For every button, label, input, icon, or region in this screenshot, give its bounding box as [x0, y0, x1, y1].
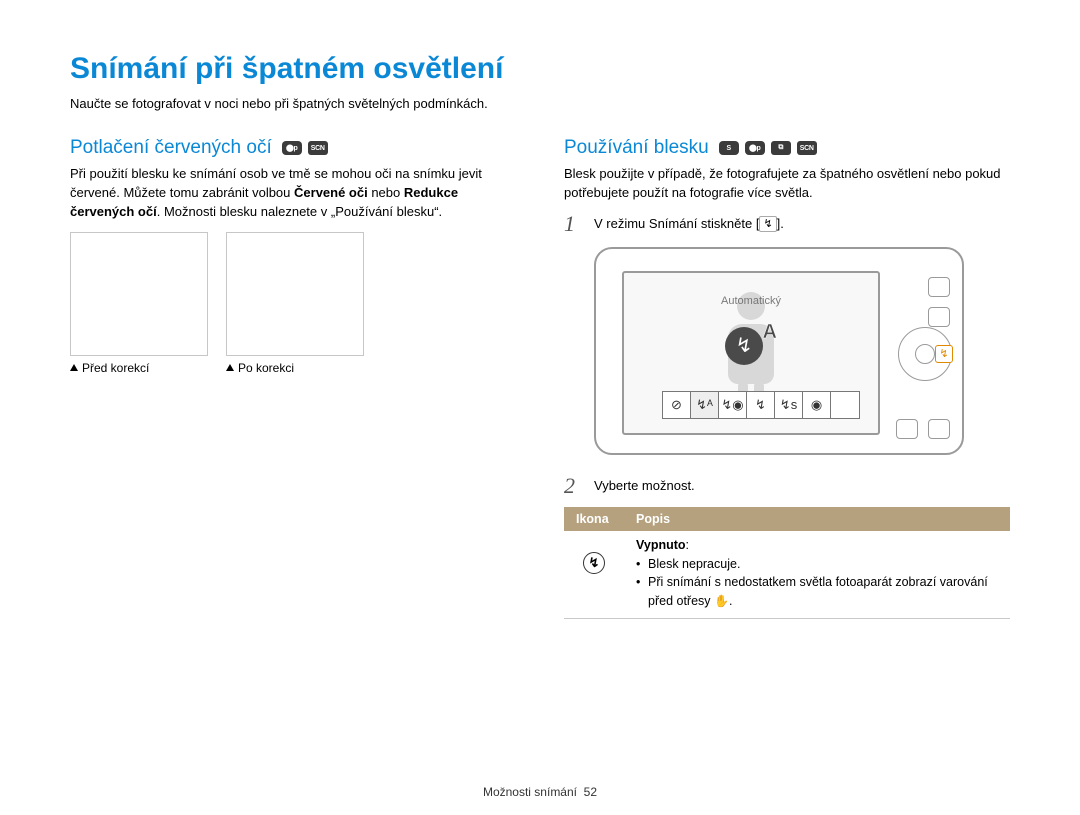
camera-screen: Automatický ↯ A ⊘ ↯ᴬ: [622, 271, 880, 435]
page-subtitle: Naučte se fotografovat v noci nebo při š…: [70, 96, 1010, 111]
caption-after: Po korekci: [226, 361, 364, 375]
flash-option-slow: ↯s: [775, 392, 803, 418]
list-item: Blesk nepracuje.: [636, 555, 998, 574]
photo-before: Před korekcí: [70, 232, 208, 375]
flash-option-auto: ↯ᴬ: [691, 392, 719, 418]
step-1-text: V režimu Snímání stiskněte [↯].: [594, 213, 784, 235]
step-number: 2: [564, 475, 582, 497]
section-title-red-eye: Potlačení červených očí: [70, 137, 272, 159]
page-footer: Možnosti snímání 52: [0, 785, 1080, 799]
mode-icon-scn: SCN: [797, 141, 817, 155]
photo-placeholder-before: [70, 232, 208, 356]
right-intro: Blesk použijte v případě, že fotografuje…: [564, 165, 1010, 203]
triangle-up-icon: [70, 364, 78, 371]
section-title-flash: Používání blesku: [564, 137, 709, 159]
photo-row: Před korekcí Po korekci: [70, 232, 516, 375]
colon: :: [686, 538, 689, 552]
flash-options-row: ⊘ ↯ᴬ ↯◉ ↯ ↯s ◉: [662, 391, 860, 419]
camera-body: Automatický ↯ A ⊘ ↯ᴬ: [594, 247, 964, 455]
flash-option-off: ⊘: [663, 392, 691, 418]
text: ].: [777, 216, 784, 231]
shake-warning-icon: ✋: [714, 594, 729, 608]
mode-icon-dual: ⧉: [771, 141, 791, 155]
cell-description: Vypnuto: Blesk nepracuje. Při snímání s …: [624, 531, 1010, 619]
mode-icon-smart: S: [719, 141, 739, 155]
camera-bottom-buttons: [896, 419, 950, 439]
step-number: 1: [564, 213, 582, 235]
mode-icons-right: S ⬤p ⧉ SCN: [719, 141, 817, 155]
step-1: 1 V režimu Snímání stiskněte [↯].: [564, 213, 1010, 235]
flash-option-empty: [831, 392, 859, 418]
caption-text: Před korekcí: [82, 361, 149, 375]
table-row: ↯ Vypnuto: Blesk nepracuje. Při snímání …: [564, 531, 1010, 619]
camera-button-3: [896, 419, 918, 439]
table-header-row: Ikona Popis: [564, 507, 1010, 531]
th-icon: Ikona: [564, 507, 624, 531]
section-header-right: Používání blesku S ⬤p ⧉ SCN: [564, 137, 1010, 159]
mode-icons-left: ⬤p SCN: [282, 141, 328, 155]
th-description: Popis: [624, 507, 1010, 531]
text: V režimu Snímání stiskněte [: [594, 216, 759, 231]
bullet-list: Blesk nepracuje. Při snímání s nedostatk…: [636, 555, 998, 611]
flash-button-icon: ↯: [759, 216, 776, 232]
camera-top-buttons: [928, 277, 950, 327]
camera-illustration: Automatický ↯ A ⊘ ↯ᴬ: [594, 247, 1010, 455]
list-item: Při snímání s nedostatkem světla fotoapa…: [636, 573, 998, 611]
mode-icon-p: ⬤p: [745, 141, 765, 155]
text: .: [729, 594, 732, 608]
camera-button-4: [928, 419, 950, 439]
dpad-flash-highlight: ↯: [935, 345, 953, 363]
flash-auto-badge: ↯ A: [725, 321, 777, 373]
bolt-icon: ↯: [736, 333, 753, 358]
footer-page-number: 52: [584, 785, 597, 799]
left-column: Potlačení červených očí ⬤p SCN Při použi…: [70, 137, 516, 619]
page: Snímání při špatném osvětlení Naučte se …: [0, 0, 1080, 815]
content-columns: Potlačení červených očí ⬤p SCN Při použi…: [70, 137, 1010, 619]
option-title: Vypnuto: [636, 538, 686, 552]
cell-icon: ↯: [564, 531, 624, 619]
left-paragraph: Při použití blesku ke snímání osob ve tm…: [70, 165, 516, 222]
flash-a-label: A: [763, 321, 777, 344]
options-table: Ikona Popis ↯ Vypnuto: Blesk nepracuje.: [564, 507, 1010, 619]
bolt-circle-icon: ↯: [725, 327, 763, 365]
photo-placeholder-after: [226, 232, 364, 356]
mode-icon-p: ⬤p: [282, 141, 302, 155]
footer-label: Možnosti snímání: [483, 785, 577, 799]
caption-before: Před korekcí: [70, 361, 208, 375]
camera-button-2: [928, 307, 950, 327]
right-column: Používání blesku S ⬤p ⧉ SCN Blesk použij…: [564, 137, 1010, 619]
flash-option-redeye: ↯◉: [719, 392, 747, 418]
text: . Možnosti blesku naleznete v „Používání…: [157, 204, 442, 219]
text: Při snímání s nedostatkem světla fotoapa…: [648, 575, 988, 608]
caption-text: Po korekci: [238, 361, 294, 375]
flash-off-icon: ↯: [583, 552, 605, 574]
page-title: Snímání při špatném osvětlení: [70, 52, 1010, 86]
photo-after: Po korekci: [226, 232, 364, 375]
text: nebo: [368, 185, 404, 200]
bold-red-eye: Červené oči: [294, 185, 368, 200]
flash-option-fill: ↯: [747, 392, 775, 418]
flash-option-redeye-fix: ◉: [803, 392, 831, 418]
camera-dpad: ↯: [898, 327, 952, 381]
camera-button-1: [928, 277, 950, 297]
section-header-left: Potlačení červených očí ⬤p SCN: [70, 137, 516, 159]
step-2: 2 Vyberte možnost.: [564, 475, 1010, 497]
triangle-up-icon: [226, 364, 234, 371]
mode-icon-scn: SCN: [308, 141, 328, 155]
step-2-text: Vyberte možnost.: [594, 475, 695, 497]
